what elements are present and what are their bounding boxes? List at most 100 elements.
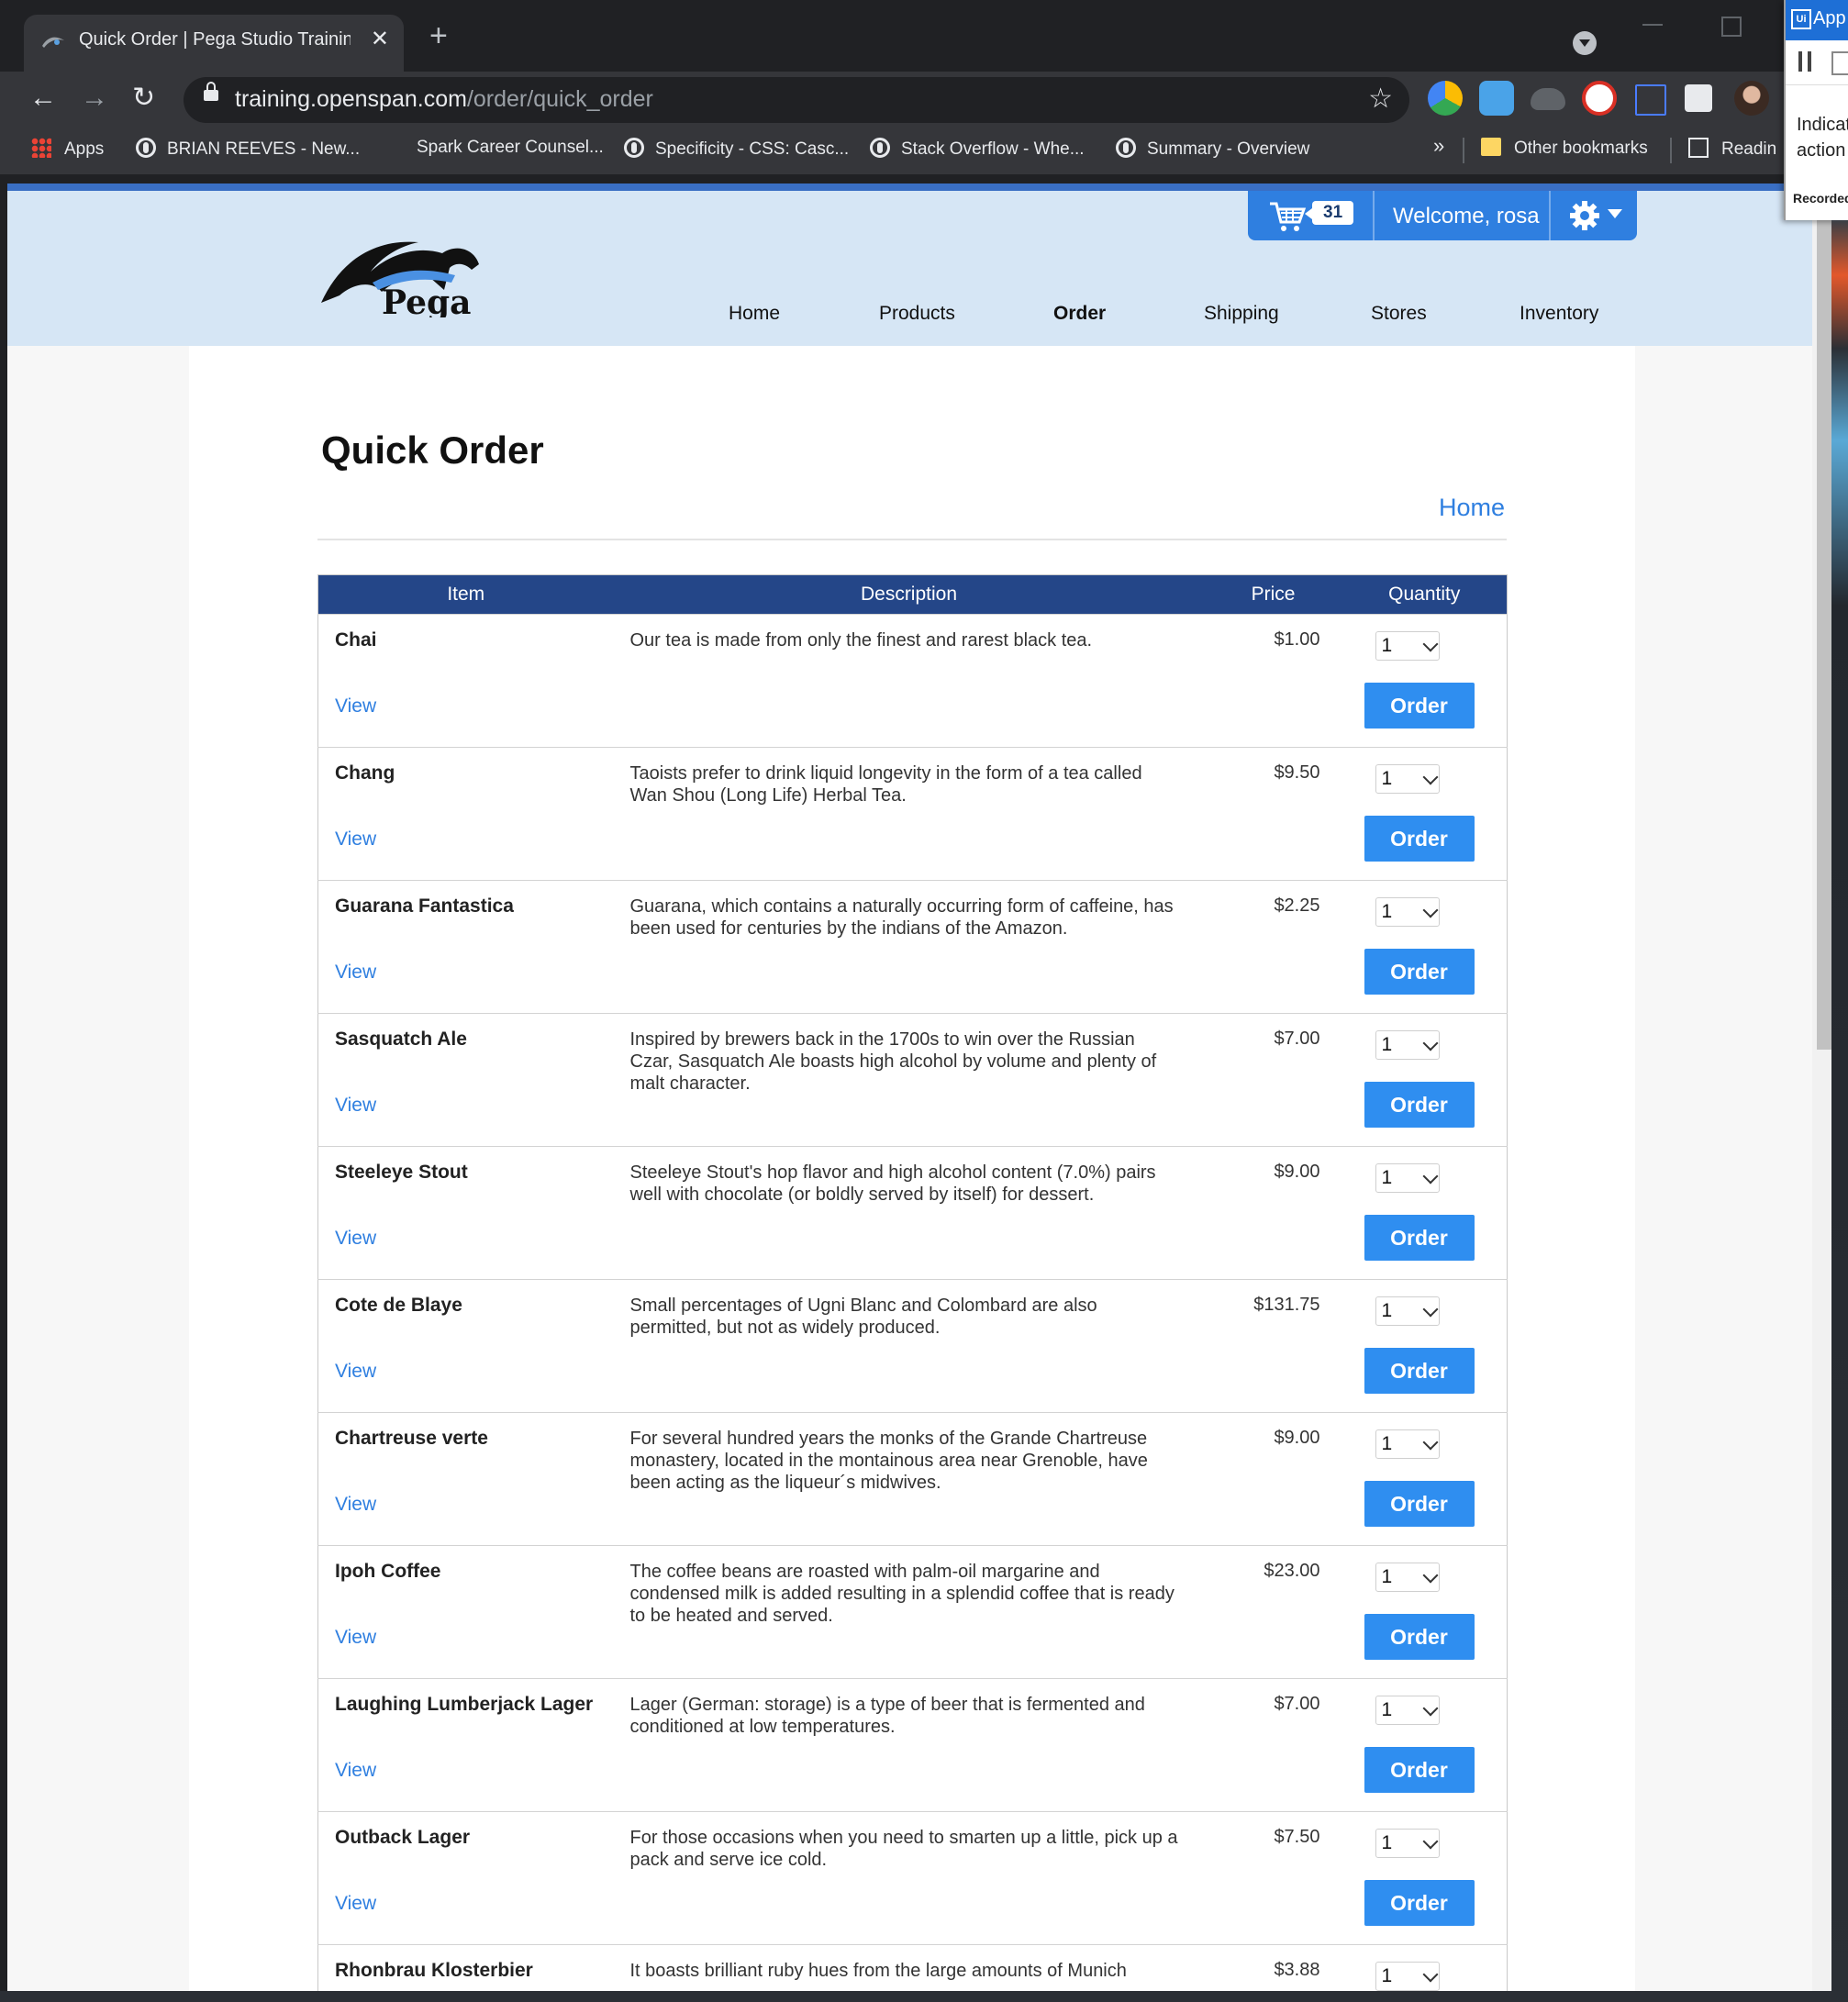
price-cell: $23.00: [1204, 1545, 1342, 1679]
description-cell: For those occasions when you need to sma…: [613, 1811, 1205, 1945]
bookmark-summary[interactable]: Summary - Overview: [1116, 138, 1309, 160]
view-link[interactable]: View: [335, 1095, 376, 1117]
quantity-select[interactable]: 1: [1375, 1829, 1440, 1858]
minimize-icon[interactable]: [1642, 24, 1663, 26]
quantity-select[interactable]: 1: [1375, 1696, 1440, 1725]
view-link[interactable]: View: [335, 1627, 376, 1649]
view-link[interactable]: View: [335, 695, 376, 717]
nav-shipping[interactable]: Shipping: [1204, 303, 1279, 325]
tab-close-icon[interactable]: ✕: [371, 26, 389, 52]
quantity-cell: 1 Order: [1341, 747, 1508, 881]
site-header: Pega 31 Welcome, rosa Home Products Orde…: [7, 191, 1814, 346]
item-price: $131.75: [1253, 1295, 1320, 1315]
table-row: Chai View Our tea is made from only the …: [317, 614, 1508, 748]
profile-avatar[interactable]: [1734, 81, 1769, 116]
settings-gear-icon[interactable]: [1569, 200, 1600, 231]
bookmarks-overflow-button[interactable]: »: [1433, 134, 1444, 158]
address-bar[interactable]: training.openspan.com/order/quick_order …: [184, 77, 1409, 123]
bookmark-specificity[interactable]: Specificity - CSS: Casc...: [624, 138, 849, 160]
item-price: $3.88: [1274, 1960, 1320, 1980]
item-description: For several hundred years the monks of t…: [629, 1429, 1148, 1493]
item-cell: Laughing Lumberjack Lager View: [317, 1678, 614, 1812]
maximize-icon[interactable]: [1721, 17, 1742, 37]
description-cell: Taoists prefer to drink liquid longevity…: [613, 747, 1205, 881]
item-description: Taoists prefer to drink liquid longevity…: [629, 763, 1142, 806]
view-link[interactable]: View: [335, 1228, 376, 1250]
quantity-select[interactable]: 1: [1375, 1296, 1440, 1326]
pega-logo[interactable]: Pega: [317, 226, 501, 317]
order-button[interactable]: Order: [1364, 949, 1475, 995]
back-arrow-icon[interactable]: ←: [29, 83, 57, 114]
quantity-cell: 1 Order: [1341, 1678, 1508, 1812]
order-button[interactable]: Order: [1364, 1747, 1475, 1793]
bookmark-apps[interactable]: Apps: [31, 138, 104, 160]
nav-order[interactable]: Order: [1053, 303, 1106, 325]
browser-tab-active[interactable]: Quick Order | Pega Studio Training W ✕: [24, 15, 404, 72]
other-bookmarks[interactable]: Other bookmarks: [1481, 138, 1648, 159]
order-button[interactable]: Order: [1364, 1481, 1475, 1527]
table-row: Sasquatch Ale View Inspired by brewers b…: [317, 1013, 1508, 1147]
cloud-extension-icon[interactable]: [1479, 81, 1514, 116]
order-button[interactable]: Order: [1364, 1215, 1475, 1261]
view-link[interactable]: View: [335, 962, 376, 984]
item-price: $7.00: [1274, 1029, 1320, 1049]
quantity-select[interactable]: 1: [1375, 631, 1440, 661]
reading-list[interactable]: Readin: [1688, 138, 1776, 160]
view-link[interactable]: View: [335, 1893, 376, 1915]
order-button[interactable]: Order: [1364, 1880, 1475, 1926]
order-button[interactable]: Order: [1364, 1614, 1475, 1660]
quantity-select[interactable]: 1: [1375, 1962, 1440, 1991]
extensions-puzzle-icon[interactable]: [1685, 84, 1712, 112]
quantity-select[interactable]: 1: [1375, 1163, 1440, 1193]
view-link[interactable]: View: [335, 1494, 376, 1516]
quantity-cell: 1 Order: [1341, 1279, 1508, 1413]
uipath-extension-icon[interactable]: [1635, 84, 1666, 116]
item-name: Ipoh Coffee: [335, 1561, 441, 1582]
onedrive-icon[interactable]: [1531, 88, 1565, 110]
new-tab-button[interactable]: +: [429, 20, 448, 51]
table-row: Chartreuse verte View For several hundre…: [317, 1412, 1508, 1546]
view-link[interactable]: View: [335, 1760, 376, 1782]
item-name: Outback Lager: [335, 1827, 471, 1848]
item-cell: Ipoh Coffee View: [317, 1545, 614, 1679]
quantity-select[interactable]: 1: [1375, 1429, 1440, 1459]
nav-home[interactable]: Home: [729, 303, 780, 325]
item-name: Sasquatch Ale: [335, 1029, 467, 1050]
bookmark-star-icon[interactable]: ☆: [1368, 83, 1393, 115]
nav-products[interactable]: Products: [879, 303, 955, 325]
quantity-select[interactable]: 1: [1375, 1030, 1440, 1060]
tab-search-icon[interactable]: [1573, 31, 1597, 55]
nav-inventory[interactable]: Inventory: [1520, 303, 1598, 325]
order-button[interactable]: Order: [1364, 683, 1475, 729]
table-row: Laughing Lumberjack Lager View Lager (Ge…: [317, 1678, 1508, 1812]
settings-caret-icon[interactable]: [1608, 209, 1622, 218]
google-drive-icon[interactable]: [1428, 81, 1463, 116]
item-name: Steeleye Stout: [335, 1162, 468, 1183]
order-button[interactable]: Order: [1364, 816, 1475, 862]
reload-icon[interactable]: ↻: [132, 83, 155, 114]
view-link[interactable]: View: [335, 829, 376, 851]
bookmark-spark-career[interactable]: Spark Career Counsel...: [417, 138, 604, 158]
bookmark-stack-overflow[interactable]: Stack Overflow - Whe...: [870, 138, 1085, 160]
bookmark-brian-reeves[interactable]: BRIAN REEVES - New...: [136, 138, 360, 160]
order-button[interactable]: Order: [1364, 1082, 1475, 1128]
forward-arrow-icon[interactable]: →: [81, 83, 108, 114]
order-button[interactable]: Order: [1364, 1348, 1475, 1394]
quantity-select[interactable]: 1: [1375, 897, 1440, 927]
nav-stores[interactable]: Stores: [1371, 303, 1427, 325]
document-icon[interactable]: [1831, 51, 1848, 75]
bookmark-separator: [1670, 138, 1672, 163]
quantity-select[interactable]: 1: [1375, 1563, 1440, 1592]
breadcrumb-home-link[interactable]: Home: [1439, 494, 1505, 522]
price-cell: $7.00: [1204, 1013, 1342, 1147]
quantity-select[interactable]: 1: [1375, 764, 1440, 794]
uipath-logo-icon: Ui: [1791, 9, 1811, 29]
view-link[interactable]: View: [335, 1361, 376, 1383]
shopping-cart-icon[interactable]: [1268, 200, 1307, 233]
mcafee-icon[interactable]: [1582, 81, 1617, 116]
item-cell: Rhonbrau Klosterbier View: [317, 1944, 614, 1991]
cart-count-badge[interactable]: 31: [1304, 201, 1354, 225]
column-header-description: Description: [613, 574, 1205, 615]
recorder-panel: Ui App Indicate action Recorded: [1784, 0, 1848, 220]
pause-icon[interactable]: [1798, 51, 1811, 72]
